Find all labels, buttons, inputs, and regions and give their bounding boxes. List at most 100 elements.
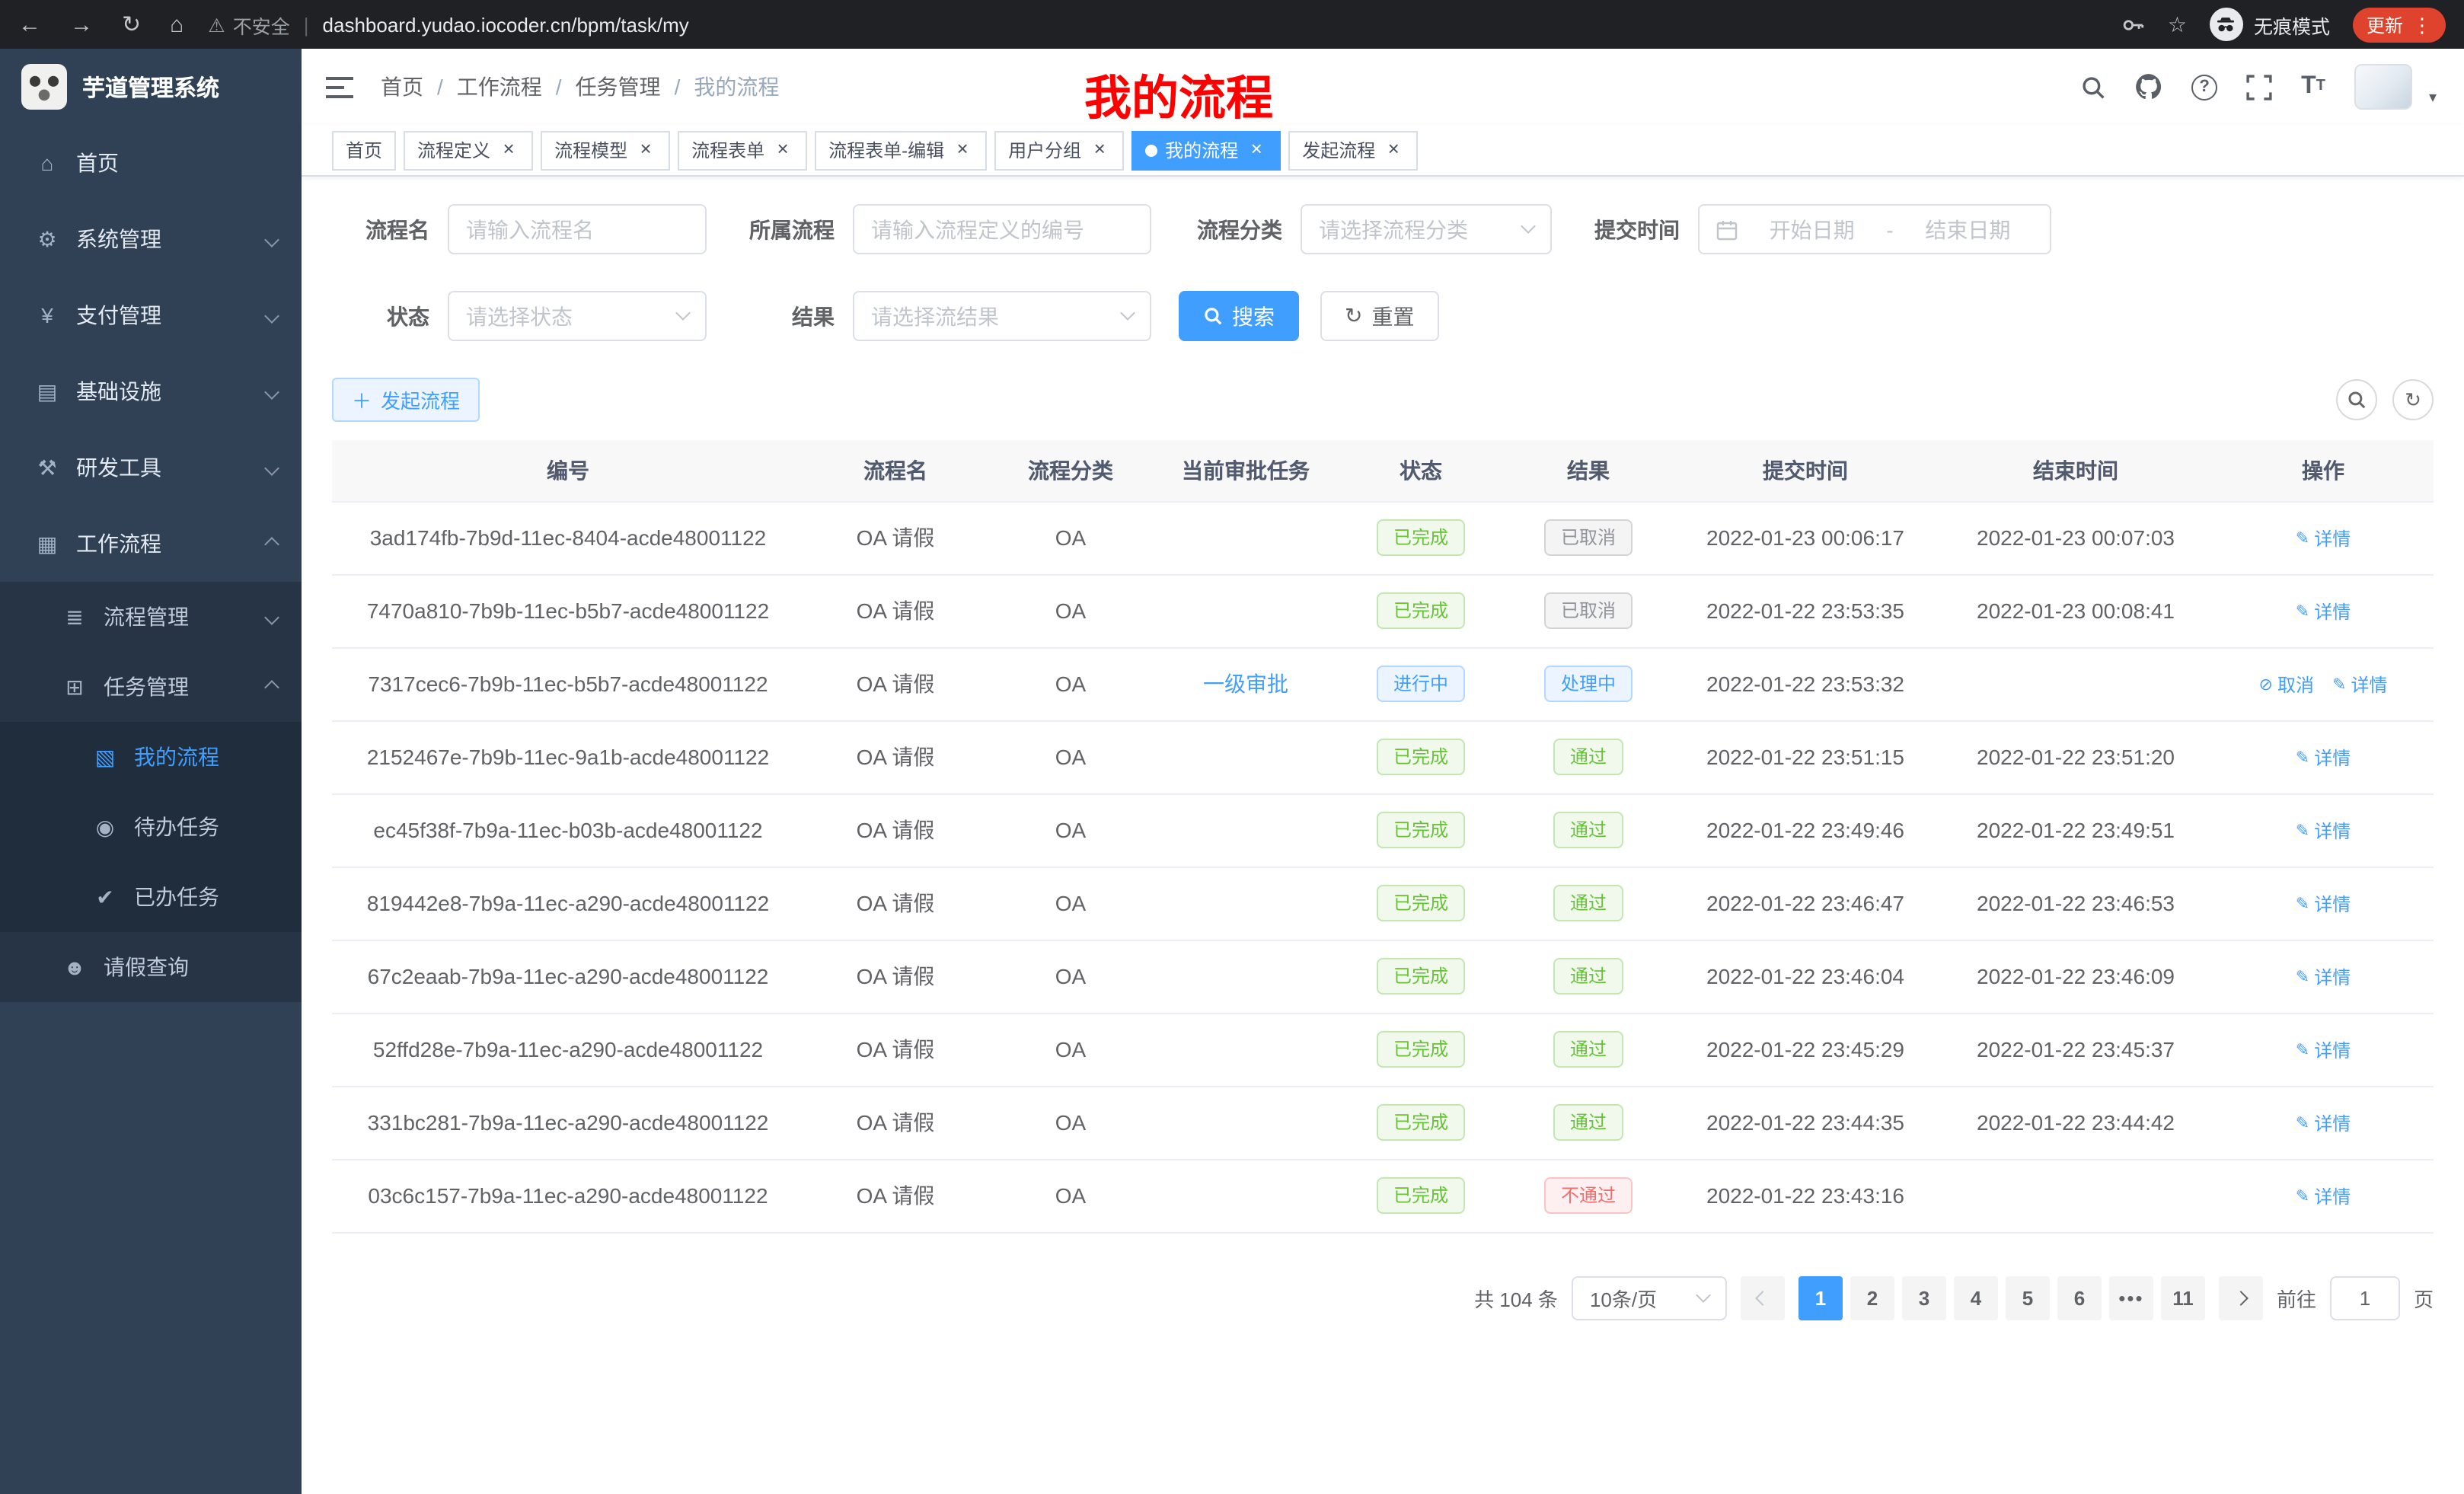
close-icon[interactable]: × <box>635 139 656 161</box>
close-icon[interactable]: × <box>1089 139 1110 161</box>
goto-page-input[interactable] <box>2330 1275 2400 1320</box>
reset-button[interactable]: ↻ 重置 <box>1320 291 1438 341</box>
address-bar[interactable]: ⚠ 不安全 | dashboard.yudao.iocoder.cn/bpm/t… <box>208 10 2122 39</box>
page-2[interactable]: 2 <box>1850 1275 1894 1320</box>
sidebar-item-system-management[interactable]: ⚙系统管理 <box>0 201 302 277</box>
edit-icon: ✎ <box>2296 821 2309 841</box>
detail-link[interactable]: ✎详情 <box>2296 525 2351 551</box>
detail-link[interactable]: ✎详情 <box>2296 964 2351 990</box>
browser-back-icon[interactable]: ← <box>18 11 41 37</box>
sidebar-item-dev-tools[interactable]: ⚒研发工具 <box>0 429 302 506</box>
help-icon[interactable]: ? <box>2191 74 2217 100</box>
hamburger-icon[interactable] <box>326 75 353 98</box>
tab-流程定义[interactable]: 流程定义× <box>404 130 533 170</box>
breadcrumb-home[interactable]: 首页 <box>381 72 423 102</box>
close-icon[interactable]: × <box>772 139 793 161</box>
tab-流程模型[interactable]: 流程模型× <box>541 130 670 170</box>
sidebar-item-leave-query[interactable]: ☻请假查询 <box>0 932 302 1002</box>
cell-end-time: 2022-01-22 23:46:09 <box>1939 940 2213 1013</box>
page-3[interactable]: 3 <box>1902 1275 1946 1320</box>
detail-link[interactable]: ✎详情 <box>2332 672 2387 698</box>
column-header-category: 流程分类 <box>987 440 1154 501</box>
page-6[interactable]: 6 <box>2057 1275 2102 1320</box>
bookmark-star-icon[interactable]: ☆ <box>2168 11 2187 37</box>
start-process-button[interactable]: ＋ 发起流程 <box>332 378 480 422</box>
sidebar-item-label: 系统管理 <box>76 224 251 254</box>
page-5[interactable]: 5 <box>2006 1275 2050 1320</box>
sidebar-item-task-management[interactable]: ⊞任务管理 <box>0 652 302 722</box>
end-date-placeholder[interactable]: 结束日期 <box>1903 214 2033 244</box>
detail-link[interactable]: ✎详情 <box>2296 1037 2351 1063</box>
goto-page-input-field[interactable] <box>2332 1286 2399 1309</box>
tab-用户分组[interactable]: 用户分组× <box>994 130 1124 170</box>
incognito-icon <box>2210 8 2243 41</box>
result-select[interactable]: 请选择流结果 <box>853 291 1151 341</box>
detail-link[interactable]: ✎详情 <box>2296 1183 2351 1209</box>
browser-menu-icon[interactable]: ⋮ <box>2412 14 2432 34</box>
key-icon[interactable] <box>2122 13 2145 36</box>
start-date-placeholder[interactable]: 开始日期 <box>1747 214 1877 244</box>
detail-link[interactable]: ✎详情 <box>2296 745 2351 771</box>
browser-home-icon[interactable]: ⌂ <box>170 11 184 37</box>
tab-流程表单-编辑[interactable]: 流程表单-编辑 × <box>815 130 987 170</box>
current-task-link[interactable]: 一级审批 <box>1203 672 1288 696</box>
sidebar-item-process-management[interactable]: ≣流程管理 <box>0 582 302 652</box>
sidebar-item-infrastructure[interactable]: ▤基础设施 <box>0 353 302 429</box>
avatar[interactable] <box>2354 64 2412 110</box>
prev-page-button[interactable] <box>1741 1275 1785 1320</box>
submit-time-range-picker[interactable]: 开始日期 - 结束日期 <box>1698 204 2051 254</box>
font-size-icon[interactable]: TT <box>2301 75 2325 99</box>
detail-link[interactable]: ✎详情 <box>2296 599 2351 624</box>
close-icon[interactable]: × <box>1383 139 1404 161</box>
tab-首页[interactable]: 首页 <box>332 130 396 170</box>
page-4[interactable]: 4 <box>1954 1275 1998 1320</box>
detail-link[interactable]: ✎详情 <box>2296 891 2351 917</box>
cell-submit-time: 2022-01-22 23:46:47 <box>1672 867 1939 940</box>
github-icon[interactable] <box>2135 73 2162 101</box>
pager-ellipsis[interactable]: ••• <box>2109 1275 2153 1320</box>
page-size-select[interactable]: 10条/页 <box>1572 1275 1727 1320</box>
page-11[interactable]: 11 <box>2161 1275 2205 1320</box>
status-select[interactable]: 请选择状态 <box>448 291 707 341</box>
sidebar-item-home[interactable]: ⌂首页 <box>0 125 302 201</box>
search-button[interactable]: 搜索 <box>1179 291 1299 341</box>
search-icon[interactable] <box>2080 74 2106 100</box>
process-definition-input[interactable] <box>853 204 1151 254</box>
process-name-input[interactable] <box>448 204 707 254</box>
search-toggle-button[interactable] <box>2336 379 2377 420</box>
sidebar-item-payment-management[interactable]: ¥支付管理 <box>0 277 302 353</box>
sidebar-item-workflow[interactable]: ▦工作流程 <box>0 506 302 582</box>
process-name-input-field[interactable] <box>466 217 688 241</box>
detail-link[interactable]: ✎详情 <box>2296 818 2351 844</box>
fullscreen-icon[interactable] <box>2246 74 2272 100</box>
column-header-process-name: 流程名 <box>804 440 987 501</box>
close-icon[interactable]: × <box>498 139 519 161</box>
tab-发起流程[interactable]: 发起流程× <box>1288 130 1418 170</box>
process-definition-input-field[interactable] <box>871 217 1133 241</box>
logo-area[interactable]: 芋道管理系统 <box>0 49 302 125</box>
browser-forward-icon[interactable]: → <box>70 11 93 37</box>
security-warning[interactable]: ⚠ 不安全 <box>208 10 289 39</box>
tools-icon: ⚒ <box>34 455 61 480</box>
close-icon[interactable]: × <box>952 139 973 161</box>
page-1[interactable]: 1 <box>1799 1275 1843 1320</box>
tab-label: 流程表单-编辑 <box>828 137 944 163</box>
cancel-link[interactable]: ⊘取消 <box>2259 672 2314 698</box>
breadcrumb-workflow[interactable]: 工作流程 <box>457 72 542 102</box>
sidebar-item-todo-tasks[interactable]: ◉待办任务 <box>0 792 302 862</box>
category-select[interactable]: 请选择流程分类 <box>1301 204 1552 254</box>
browser-update-button[interactable]: 更新 ⋮ <box>2353 7 2446 42</box>
search-button-label: 搜索 <box>1232 301 1275 331</box>
cell-submit-time: 2022-01-22 23:46:04 <box>1672 940 1939 1013</box>
tab-我的流程[interactable]: 我的流程× <box>1131 130 1281 170</box>
close-icon[interactable]: × <box>1246 139 1267 161</box>
tab-流程表单[interactable]: 流程表单× <box>678 130 807 170</box>
breadcrumb-task-management[interactable]: 任务管理 <box>576 72 661 102</box>
refresh-table-button[interactable]: ↻ <box>2392 379 2434 420</box>
sidebar-item-done-tasks[interactable]: ✔已办任务 <box>0 862 302 932</box>
url-text[interactable]: dashboard.yudao.iocoder.cn/bpm/task/my <box>323 13 689 36</box>
browser-refresh-icon[interactable]: ↻ <box>122 11 141 38</box>
next-page-button[interactable] <box>2219 1275 2263 1320</box>
detail-link[interactable]: ✎详情 <box>2296 1110 2351 1136</box>
sidebar-item-my-process[interactable]: ▧我的流程 <box>0 722 302 792</box>
